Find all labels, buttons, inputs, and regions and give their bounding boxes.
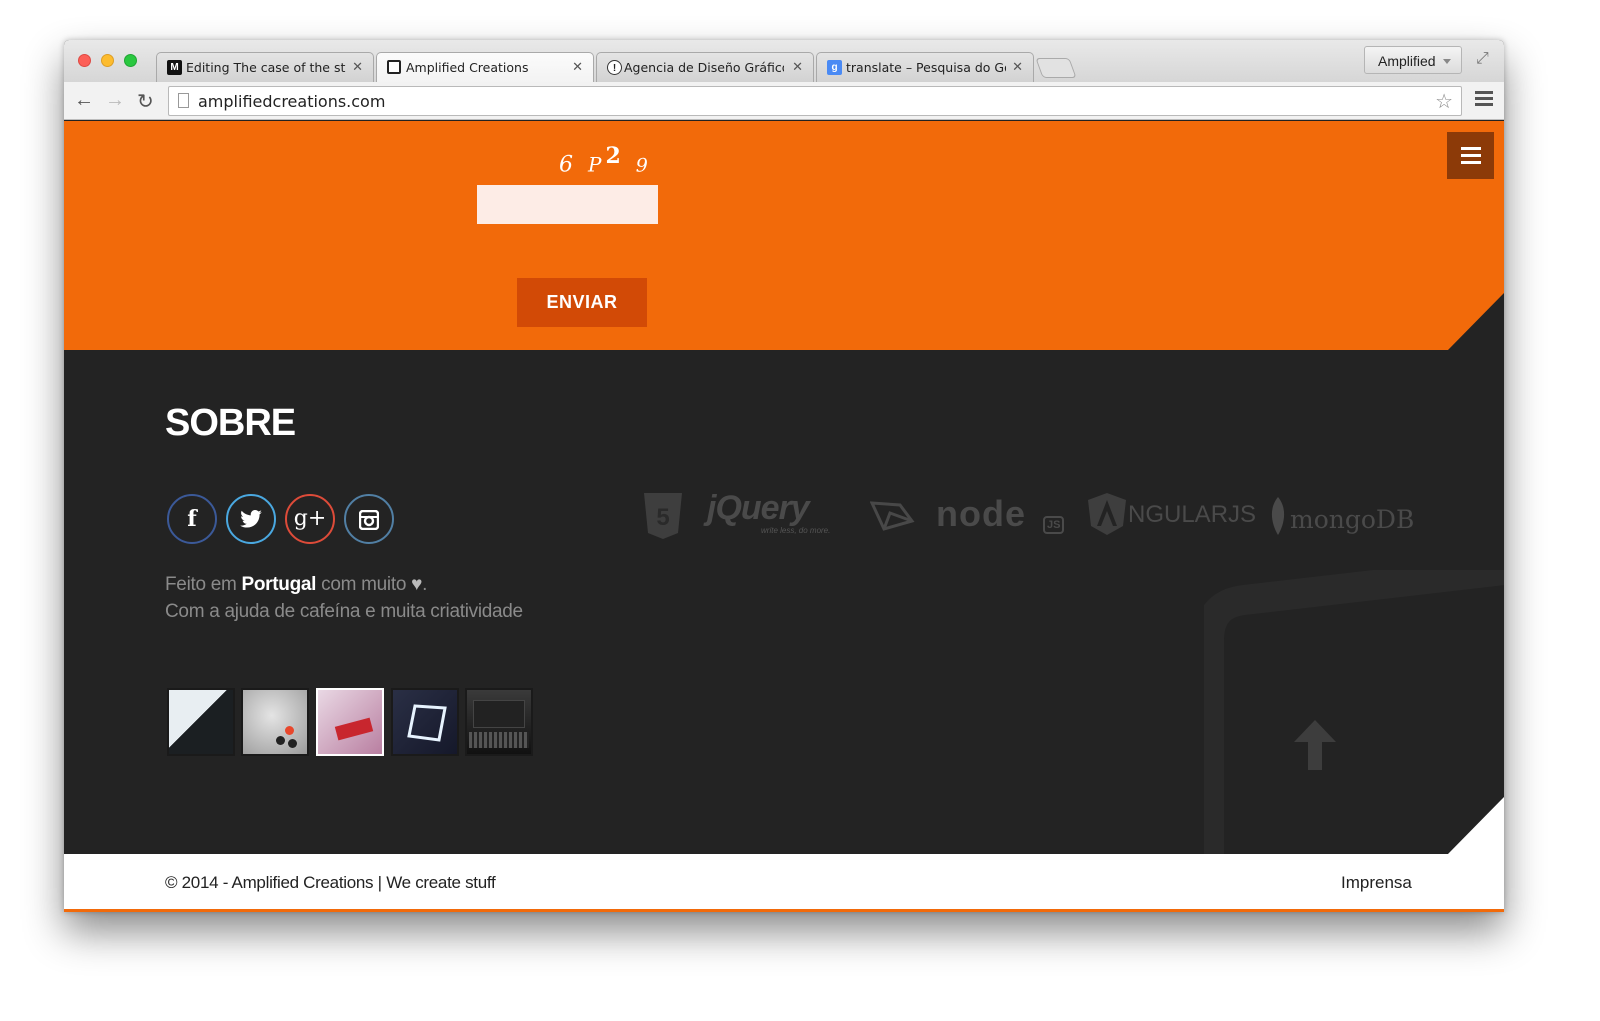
profile-button[interactable]: Amplified	[1364, 46, 1462, 74]
svg-text:5: 5	[656, 504, 669, 531]
forward-arrow-icon[interactable]: →	[105, 89, 125, 112]
html5-icon: 5	[644, 493, 682, 539]
instagram-thumbnail[interactable]	[316, 688, 384, 756]
country-name: Portugal	[241, 574, 317, 595]
angularjs-logo: NGULARJS	[1128, 501, 1257, 528]
close-tab-icon[interactable]: ✕	[1012, 59, 1023, 75]
twitter-icon[interactable]	[226, 494, 276, 544]
chrome-menu-icon[interactable]	[1475, 91, 1493, 109]
reload-icon[interactable]: ↻	[137, 89, 154, 114]
page-viewport: 6 P2 9 ENVIAR SOBRE f g+ Feito em Portug…	[64, 121, 1504, 912]
instagram-thumbnail[interactable]	[167, 688, 235, 756]
close-tab-icon[interactable]: ✕	[792, 59, 803, 75]
tab-title: Agencia de Diseño Gráfico	[624, 60, 784, 75]
fullscreen-icon[interactable]: ⤢	[1476, 50, 1489, 68]
instagram-thumbnail[interactable]	[391, 688, 459, 756]
back-arrow-icon[interactable]: ←	[74, 89, 94, 112]
submit-button[interactable]: ENVIAR	[517, 278, 647, 327]
instagram-thumbnail[interactable]	[241, 688, 309, 756]
contact-section: 6 P2 9 ENVIAR	[64, 121, 1504, 350]
close-tab-icon[interactable]: ✕	[352, 59, 363, 75]
facebook-icon[interactable]: f	[167, 494, 217, 544]
zoom-window-button[interactable]	[124, 54, 137, 67]
laravel-icon	[870, 501, 915, 531]
captcha-input[interactable]	[477, 185, 658, 224]
scroll-top-arrow-icon[interactable]	[1294, 720, 1336, 770]
captcha-image: 6 P2 9	[559, 143, 652, 178]
help-line: Com a ajuda de cafeína e muita criativid…	[165, 601, 523, 622]
angularjs-icon	[1088, 493, 1126, 535]
url-text[interactable]: amplifiedcreations.com	[198, 92, 385, 111]
tab-title: Editing The case of the ste	[186, 60, 346, 75]
tab-bar: M Editing The case of the ste ✕ Amplifie…	[64, 40, 1504, 82]
tab-translate[interactable]: g translate – Pesquisa do Go ✕	[816, 52, 1034, 82]
amplified-icon	[387, 60, 401, 74]
nodejs-badge: JS	[1043, 516, 1065, 534]
tab-agencia[interactable]: ! Agencia de Diseño Gráfico ✕	[596, 52, 814, 82]
chevron-down-icon	[1443, 59, 1451, 64]
bookmark-star-icon[interactable]: ☆	[1435, 89, 1453, 114]
tab-editing[interactable]: M Editing The case of the ste ✕	[156, 52, 374, 82]
section-title: SOBRE	[165, 402, 296, 444]
mongodb-leaf-icon	[1271, 497, 1285, 535]
minimize-window-button[interactable]	[101, 54, 114, 67]
google-plus-icon[interactable]: g+	[285, 494, 335, 544]
made-in-text: Feito em Portugal com muito ♥. Com a aju…	[165, 574, 523, 622]
tab-title: translate – Pesquisa do Go	[846, 60, 1006, 75]
tab-title: Amplified Creations	[406, 60, 529, 75]
profile-name: Amplified	[1378, 53, 1436, 69]
press-link[interactable]: Imprensa	[1341, 873, 1412, 893]
close-window-button[interactable]	[78, 54, 91, 67]
jquery-logo: jQuery	[707, 489, 810, 527]
browser-toolbar: ← → ↻ amplifiedcreations.com ☆	[64, 82, 1504, 120]
menu-button[interactable]	[1447, 132, 1494, 179]
mongodb-logo: mongoDB	[1290, 505, 1415, 534]
instagram-thumbnail[interactable]	[465, 688, 533, 756]
page-icon	[178, 93, 189, 108]
speech-bubble-icon: !	[607, 60, 622, 75]
section-wedge	[1447, 797, 1504, 855]
browser-window: M Editing The case of the ste ✕ Amplifie…	[64, 40, 1504, 912]
close-tab-icon[interactable]: ✕	[572, 59, 583, 75]
instagram-icon[interactable]	[344, 494, 394, 544]
google-icon: g	[827, 60, 842, 75]
new-tab-button[interactable]	[1035, 58, 1077, 78]
jquery-tagline: write less, do more.	[761, 526, 831, 535]
medium-icon: M	[167, 60, 182, 75]
footer: © 2014 - Amplified Creations | We create…	[64, 854, 1504, 912]
section-wedge	[1447, 293, 1504, 351]
address-bar[interactable]: amplifiedcreations.com ☆	[168, 86, 1462, 116]
heart-icon: ♥	[411, 574, 423, 595]
copyright-text: © 2014 - Amplified Creations | We create…	[165, 873, 496, 892]
tab-amplified-creations[interactable]: Amplified Creations ✕	[376, 52, 594, 82]
nodejs-logo: node	[936, 493, 1026, 534]
